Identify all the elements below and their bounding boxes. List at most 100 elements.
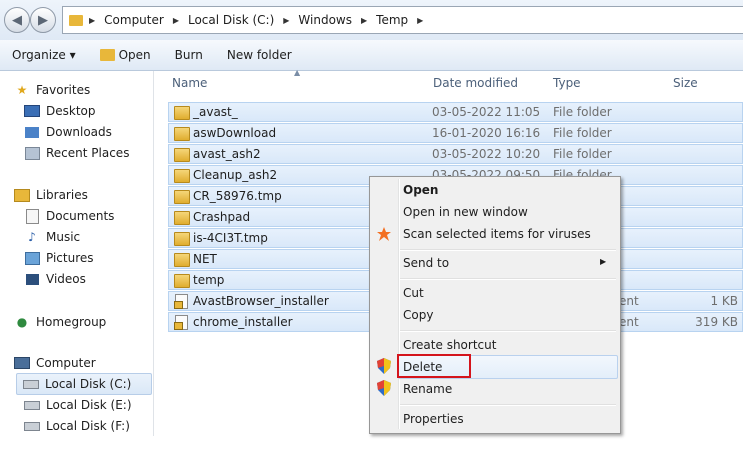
forward-arrow-icon: ▶ [38,12,48,28]
drive-icon [24,398,40,412]
menu-separator [400,249,616,251]
folder-icon [174,232,190,246]
nav-homegroup[interactable]: ● Homegroup [14,312,107,332]
chevron-right-icon[interactable]: ▶ [277,16,295,25]
nav-label: Documents [46,209,115,223]
file-name: avast_ash2 [193,147,261,161]
nav-local-disk-c[interactable]: Local Disk (C:) [16,373,152,395]
organize-label: Organize ▾ [12,48,76,62]
installer-file-icon [174,315,188,330]
column-header-size[interactable]: Size [673,76,698,90]
sort-ascending-icon: ▲ [294,68,301,77]
breadcrumb-local-disk-c[interactable]: Local Disk (C:) [185,13,277,27]
command-bar: Organize ▾ Open Burn New folder [0,40,743,71]
menu-item-scan-viruses[interactable]: Scan selected items for viruses [403,227,591,241]
organize-button[interactable]: Organize ▾ [0,48,88,62]
nav-local-disk-e[interactable]: Local Disk (E:) [24,395,132,415]
homegroup-icon: ● [16,315,28,329]
file-name: Crashpad [193,210,251,224]
address-bar[interactable]: ▶ Computer ▶ Local Disk (C:) ▶ Windows ▶… [62,6,743,34]
nav-libraries[interactable]: Libraries [14,185,88,205]
nav-documents[interactable]: Documents [24,206,114,226]
file-size: 319 KB [695,315,738,329]
file-date-modified: 16-01-2020 16:16 [432,126,541,140]
nav-label: Local Disk (F:) [46,419,130,433]
file-name: CR_58976.tmp [193,189,282,203]
burn-label: Burn [174,48,203,62]
open-label: Open [118,48,151,62]
menu-item-create-shortcut[interactable]: Create shortcut [403,338,496,352]
chevron-right-icon[interactable]: ▶ [355,16,373,25]
back-arrow-icon: ◀ [12,12,22,28]
menu-item-cut[interactable]: Cut [403,286,424,300]
menu-item-open[interactable]: Open [403,183,438,197]
folder-icon [174,148,190,162]
menu-item-copy[interactable]: Copy [403,308,433,322]
folder-icon [69,14,83,26]
address-toolbar: ◀ ▶ ▶ Computer ▶ Local Disk (C:) ▶ Windo… [0,0,743,40]
delete-highlight-box [397,354,471,378]
installer-file-icon [174,294,188,309]
nav-label: Computer [36,356,96,370]
nav-music[interactable]: ♪ Music [24,227,80,247]
recent-places-icon [24,146,40,160]
nav-recent-places[interactable]: Recent Places [24,143,129,163]
breadcrumb-computer[interactable]: Computer [101,13,167,27]
file-name: Cleanup_ash2 [193,168,278,182]
folder-icon [174,169,190,183]
menu-item-open-new-window[interactable]: Open in new window [403,205,528,219]
nav-label: Videos [46,272,86,286]
nav-desktop[interactable]: Desktop [24,101,96,121]
avast-icon [376,226,392,242]
nav-label: Favorites [36,83,91,97]
menu-item-send-to[interactable]: Send to [403,256,449,270]
desktop-icon [24,104,40,118]
folder-icon [174,127,190,141]
column-header-name[interactable]: Name [172,76,207,90]
table-row[interactable]: aswDownload 16-01-2020 16:16 File folder [168,123,743,143]
submenu-arrow-icon: ▶ [600,257,607,266]
computer-icon [14,356,30,370]
nav-videos[interactable]: Videos [24,269,86,289]
nav-pictures[interactable]: Pictures [24,248,94,268]
chevron-right-icon[interactable]: ▶ [167,16,185,25]
forward-button[interactable]: ▶ [30,7,56,33]
chevron-right-icon[interactable]: ▶ [411,16,429,25]
burn-button[interactable]: Burn [163,48,215,62]
chevron-right-icon[interactable]: ▶ [83,16,101,25]
nav-label: Pictures [46,251,94,265]
libraries-icon [14,188,30,202]
nav-computer[interactable]: Computer [14,353,96,373]
file-name: _avast_ [193,105,238,119]
folder-icon [174,106,190,120]
videos-icon [24,272,40,286]
menu-separator [400,404,616,406]
file-name: aswDownload [193,126,277,140]
table-row[interactable]: avast_ash2 03-05-2022 10:20 File folder [168,144,743,164]
new-folder-button[interactable]: New folder [215,48,304,62]
nav-local-disk-f[interactable]: Local Disk (F:) [24,416,130,436]
menu-item-properties[interactable]: Properties [403,412,464,426]
shield-icon [376,358,392,374]
column-header-date-modified[interactable]: Date modified [433,76,518,90]
column-header-type[interactable]: Type [553,76,581,90]
nav-label: Downloads [46,125,112,139]
nav-downloads[interactable]: Downloads [24,122,112,142]
menu-separator [400,330,616,332]
open-button[interactable]: Open [88,48,163,62]
file-name: AvastBrowser_installer [193,294,329,308]
breadcrumb-temp[interactable]: Temp [373,13,411,27]
downloads-icon [24,125,40,139]
table-row[interactable]: _avast_ 03-05-2022 11:05 File folder [168,102,743,122]
menu-separator [400,278,616,280]
back-button[interactable]: ◀ [4,7,30,33]
breadcrumb-windows[interactable]: Windows [295,13,355,27]
nav-label: Desktop [46,104,96,118]
nav-favorites[interactable]: ★ Favorites [14,80,91,100]
documents-icon [24,208,40,224]
nav-label: Libraries [36,188,88,202]
nav-label: Homegroup [36,315,107,329]
file-date-modified: 03-05-2022 11:05 [432,105,541,119]
drive-icon [23,377,39,391]
menu-item-rename[interactable]: Rename [403,382,452,396]
